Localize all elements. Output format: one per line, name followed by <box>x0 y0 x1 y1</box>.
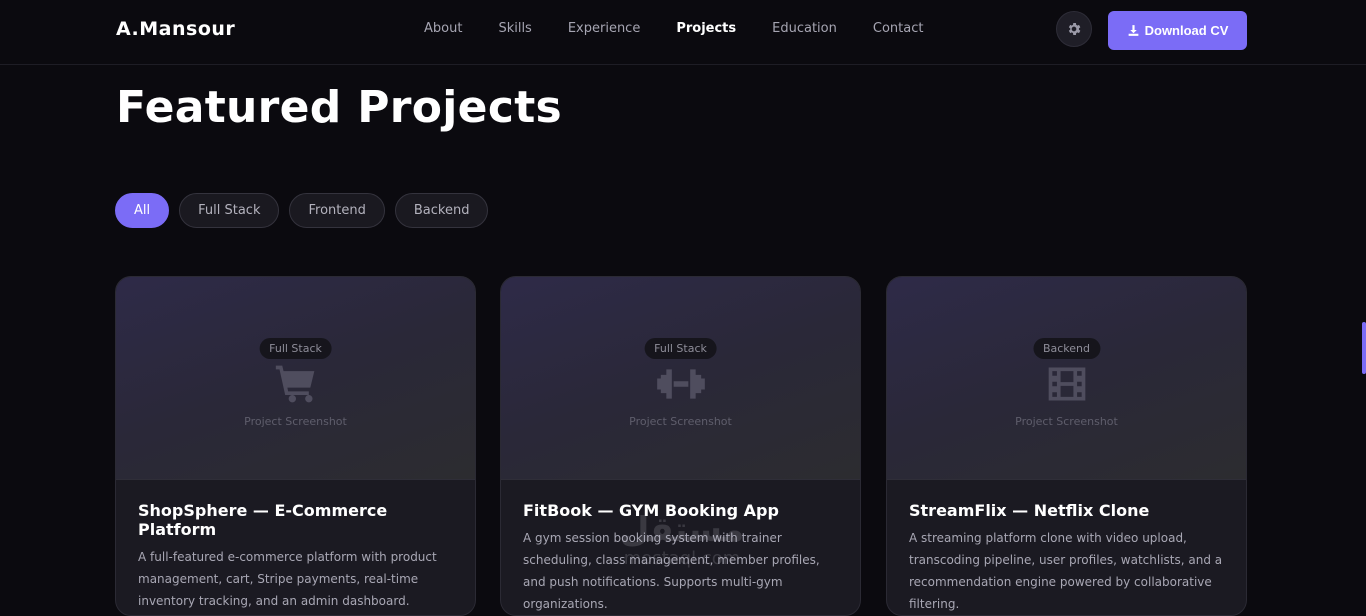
project-card-fitbook[interactable]: Full Stack Project Screenshot FitBook — … <box>500 276 861 616</box>
project-screenshot: Full Stack Project Screenshot <box>501 277 860 480</box>
project-title: StreamFlix — Netflix Clone <box>909 501 1150 520</box>
nav-link-contact[interactable]: Contact <box>873 21 924 36</box>
project-screenshot: Backend Project Screenshot <box>887 277 1246 480</box>
project-filters: All Full Stack Frontend Backend <box>115 193 489 228</box>
project-card-shopsphere[interactable]: Full Stack Project Screenshot ShopSphere… <box>115 276 476 616</box>
download-cv-label: Download CV <box>1144 23 1229 38</box>
project-screenshot: Full Stack Project Screenshot <box>116 277 475 480</box>
screenshot-caption: Project Screenshot <box>629 415 732 428</box>
screenshot-caption: Project Screenshot <box>244 415 347 428</box>
nav-link-projects[interactable]: Projects <box>676 21 736 36</box>
gear-icon <box>1068 23 1081 35</box>
filter-full-stack[interactable]: Full Stack <box>179 193 280 228</box>
project-title: ShopSphere — E-Commerce Platform <box>138 501 388 539</box>
project-tag: Full Stack <box>259 338 332 359</box>
section-title: Featured Projects <box>116 82 563 133</box>
top-navbar: A.Mansour About Skills Experience Projec… <box>0 0 1366 65</box>
nav-links: About Skills Experience Projects Educati… <box>424 21 959 36</box>
download-cv-button[interactable]: Download CV <box>1108 11 1247 50</box>
filter-backend[interactable]: Backend <box>394 193 489 228</box>
dumbbell-icon <box>656 369 705 399</box>
site-logo[interactable]: A.Mansour <box>116 18 235 40</box>
project-tag: Backend <box>1032 338 1101 359</box>
nav-link-experience[interactable]: Experience <box>568 21 641 36</box>
shopping-cart-icon <box>275 365 314 403</box>
nav-link-education[interactable]: Education <box>772 21 837 36</box>
nav-link-about[interactable]: About <box>424 21 462 36</box>
project-title: FitBook — GYM Booking App <box>523 501 779 520</box>
project-description: A full-featured e-commerce platform with… <box>138 550 437 608</box>
project-card-streamflix[interactable]: Backend Project Screenshot StreamFlix — … <box>886 276 1247 616</box>
filter-frontend[interactable]: Frontend <box>289 193 385 228</box>
filter-all[interactable]: All <box>115 193 170 228</box>
film-icon <box>1048 367 1085 401</box>
download-icon <box>1128 25 1138 36</box>
nav-link-skills[interactable]: Skills <box>498 21 531 36</box>
scrollbar-thumb[interactable] <box>1362 322 1366 374</box>
screenshot-caption: Project Screenshot <box>1015 415 1118 428</box>
project-tag: Full Stack <box>644 338 717 359</box>
theme-toggle-button[interactable] <box>1056 11 1092 47</box>
